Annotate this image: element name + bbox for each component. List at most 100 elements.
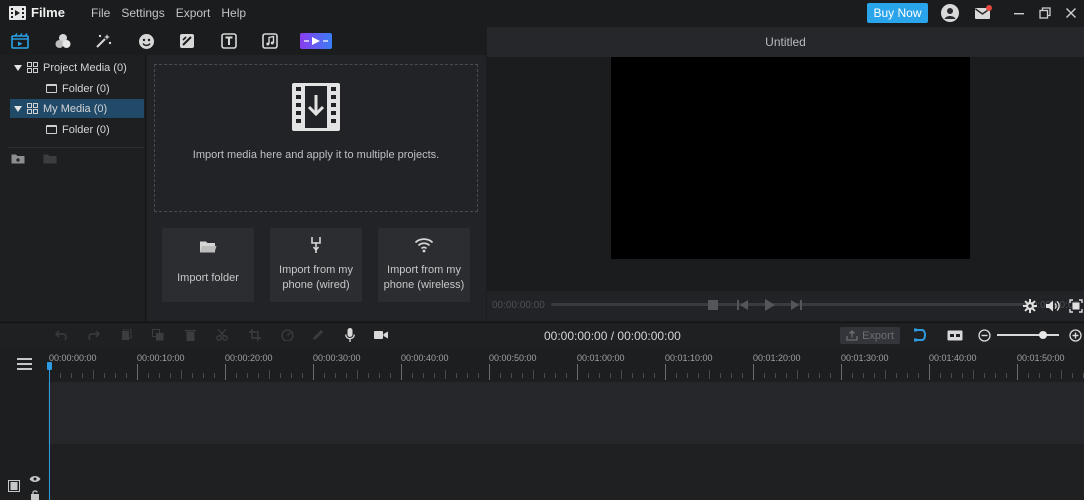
import-media-icon [291, 82, 341, 135]
filters-icon[interactable] [94, 31, 114, 51]
ruler-tick [258, 373, 259, 378]
text-icon[interactable] [219, 31, 239, 51]
redo-icon[interactable] [86, 328, 100, 342]
ruler-tick [170, 373, 171, 378]
ruler-tick [324, 373, 325, 378]
crop-icon[interactable] [248, 328, 262, 342]
expand-arrow-icon[interactable] [14, 105, 22, 112]
ruler-tick [665, 364, 666, 380]
play-icon[interactable] [763, 298, 777, 312]
microphone-icon[interactable] [343, 328, 357, 342]
grid-icon [27, 103, 38, 114]
snap-magnet-icon[interactable] [912, 328, 928, 342]
import-phone-wireless-button[interactable]: Import from my phone (wireless) [378, 228, 470, 302]
speed-icon[interactable] [280, 328, 294, 342]
menu-help[interactable]: Help [221, 6, 246, 20]
tree-my-folder[interactable]: Folder (0) [46, 120, 144, 139]
account-icon[interactable] [940, 3, 960, 23]
ruler-tick [555, 373, 556, 378]
playhead-handle[interactable] [47, 362, 52, 370]
buy-now-button[interactable]: Buy Now [867, 2, 928, 23]
ruler-tick [225, 364, 226, 380]
fullscreen-icon[interactable] [1068, 298, 1084, 314]
volume-icon[interactable] [1045, 298, 1061, 314]
music-icon[interactable] [260, 31, 280, 51]
previous-frame-icon[interactable] [736, 298, 750, 312]
zoom-in-icon[interactable] [1068, 328, 1082, 342]
import-phone-wired-button[interactable]: Import from my phone (wired) [270, 228, 362, 302]
playhead-line[interactable] [49, 364, 50, 500]
tree-my-media[interactable]: My Media (0) [10, 99, 144, 118]
tree-label: Folder (0) [62, 82, 110, 95]
ruler-tick [93, 370, 94, 379]
ruler-tick [1006, 373, 1007, 378]
menu-settings[interactable]: Settings [121, 6, 164, 20]
export-label: Export [862, 329, 894, 342]
undo-icon[interactable] [54, 328, 68, 342]
new-folder-icon[interactable] [11, 153, 25, 167]
menu-export[interactable]: Export [176, 6, 211, 20]
hamburger-menu-icon[interactable] [17, 358, 32, 373]
settings-gear-icon[interactable] [1022, 298, 1038, 314]
transitions-icon[interactable] [177, 31, 197, 51]
ruler-tick [434, 373, 435, 378]
camera-record-icon[interactable] [374, 328, 388, 342]
mail-icon[interactable] [973, 3, 993, 23]
restore-icon[interactable] [1032, 0, 1058, 25]
edit-pen-icon[interactable] [311, 328, 325, 342]
ruler-tick [368, 373, 369, 378]
ruler-tick [82, 373, 83, 378]
ruler-tick [819, 373, 820, 378]
track-header-gutter [0, 382, 48, 500]
import-wired-label-line2: phone (wired) [282, 279, 350, 291]
ruler-tick [1017, 364, 1018, 380]
media-dropzone[interactable]: Import media here and apply it to multip… [154, 64, 478, 212]
app-name: Filme [31, 5, 65, 20]
templates-icon[interactable] [300, 31, 332, 51]
media-icon[interactable] [10, 31, 30, 51]
ruler-tick [896, 373, 897, 378]
ruler-tick [940, 373, 941, 378]
split-icon[interactable] [215, 328, 229, 342]
ruler-tick [346, 373, 347, 378]
effects-icon[interactable] [53, 31, 73, 51]
zoom-slider-handle[interactable] [1039, 331, 1047, 339]
video-track[interactable] [0, 382, 1084, 444]
copy-icon[interactable] [119, 328, 133, 342]
audio-track[interactable] [0, 444, 1084, 500]
timeline-ruler[interactable]: 00:00:00:00 00:00:10:00 00:00:20:00 00:00:3… [0, 347, 1084, 382]
ruler-tick [830, 373, 831, 378]
zoom-slider[interactable] [997, 334, 1059, 336]
tree-project-media[interactable]: Project Media (0) [14, 58, 144, 77]
track-layout-icon[interactable] [947, 328, 963, 342]
ruler-tick [720, 373, 721, 378]
import-wireless-label-line2: phone (wireless) [383, 279, 465, 291]
preview-viewport: 00:00:00:00 00:00:00:00 [487, 57, 1084, 311]
expand-arrow-icon[interactable] [14, 64, 22, 71]
ruler-time-label: 00:01:10:00 [665, 353, 713, 363]
ruler-tick [599, 373, 600, 378]
lock-icon[interactable] [30, 490, 40, 500]
eye-icon[interactable] [29, 474, 41, 486]
ruler-tick [874, 373, 875, 378]
next-frame-icon[interactable] [789, 298, 803, 312]
export-button[interactable]: Export [840, 327, 900, 344]
stop-icon[interactable] [706, 298, 720, 312]
menu-file[interactable]: File [91, 6, 110, 20]
ruler-tick [907, 373, 908, 378]
paste-icon[interactable] [151, 328, 165, 342]
ruler-tick [456, 373, 457, 378]
delete-folder-icon[interactable] [43, 153, 57, 167]
ruler-tick [203, 373, 204, 378]
stickers-icon[interactable] [136, 31, 156, 51]
ruler-tick [291, 373, 292, 378]
tree-project-folder[interactable]: Folder (0) [46, 79, 144, 98]
app-logo: Filme [9, 5, 91, 20]
zoom-out-icon[interactable] [977, 328, 991, 342]
minimize-icon[interactable] [1006, 0, 1032, 25]
import-folder-button[interactable]: Import folder [162, 228, 254, 302]
ruler-time-label: 00:01:50:00 [1017, 353, 1065, 363]
close-icon[interactable] [1058, 0, 1084, 25]
delete-icon[interactable] [183, 328, 197, 342]
media-toolbar [0, 27, 486, 55]
